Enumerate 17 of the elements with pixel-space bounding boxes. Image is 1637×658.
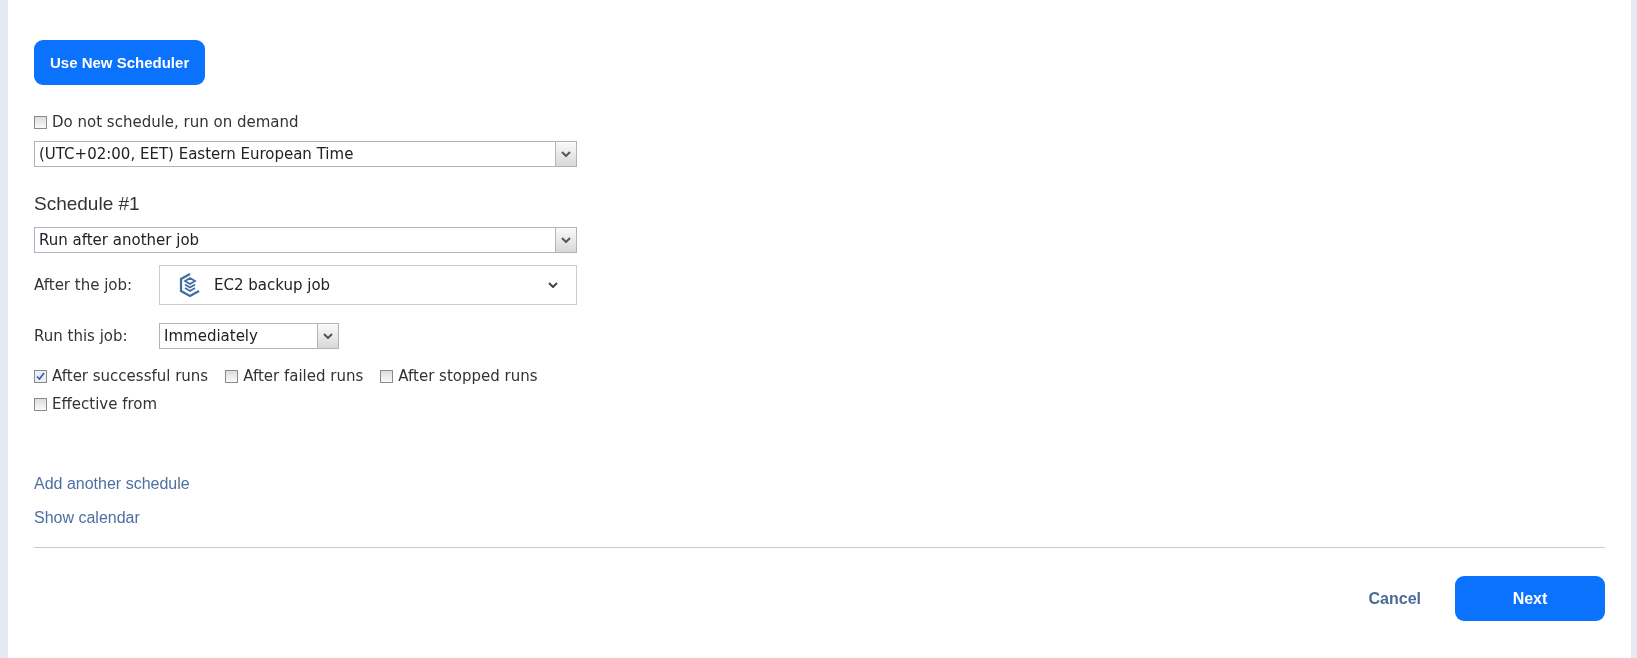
checkbox-label[interactable]: Effective from (34, 395, 1605, 413)
schedule-type-select[interactable]: Run after another job (34, 227, 577, 253)
next-button[interactable]: Next (1455, 576, 1605, 621)
job-select[interactable]: EC2 backup job (159, 265, 577, 305)
field-label: Run this job: (34, 327, 129, 345)
link[interactable]: Add another schedule (34, 475, 190, 493)
link[interactable]: Show calendar (34, 509, 140, 527)
checkbox-label[interactable]: After stopped runs (380, 367, 538, 385)
run-timing-select[interactable]: Immediately (159, 323, 339, 349)
checkbox-label[interactable]: Do not schedule, run on demand (34, 113, 1605, 131)
timezone-select[interactable]: (UTC+02:00, EET) Eastern European Time (34, 141, 577, 167)
checkbox-label[interactable]: After successful runs (34, 367, 209, 385)
use-new-scheduler-button[interactable]: Use New Scheduler (34, 40, 206, 85)
cancel-button[interactable]: Cancel (1362, 588, 1427, 609)
field-label: After the job: (34, 276, 134, 294)
schedule-title: Schedule #1 (34, 193, 141, 215)
checkbox-label[interactable]: After failed runs (225, 367, 364, 385)
